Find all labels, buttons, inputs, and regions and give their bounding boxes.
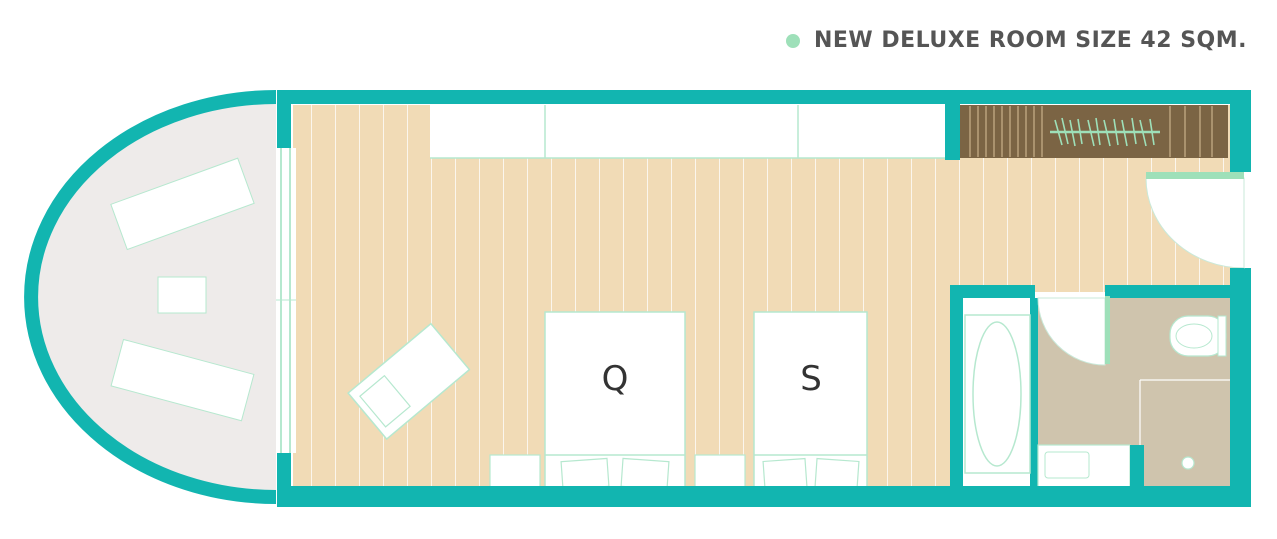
pillow: [762, 457, 808, 491]
balcony: [24, 90, 277, 504]
bathroom: [950, 285, 1240, 500]
pillow: [620, 457, 670, 491]
pillow: [814, 457, 860, 491]
closet-wall: [945, 100, 960, 160]
bathtub: [964, 314, 1031, 474]
single-bed: S: [753, 311, 868, 494]
queen-bed: Q: [544, 311, 686, 494]
balcony-glass-door: [276, 148, 296, 453]
queen-bed-label: Q: [602, 359, 629, 399]
shower-drain: [1181, 456, 1195, 470]
single-bed-label: S: [800, 359, 822, 399]
toilet: [1169, 315, 1227, 357]
walk-in-closet: [960, 105, 1228, 158]
vanity: [1037, 444, 1131, 494]
floor-plan: Q S: [24, 90, 1252, 507]
side-table: [157, 276, 207, 314]
pillow: [560, 457, 610, 491]
wardrobe-cabinets: [430, 105, 945, 159]
